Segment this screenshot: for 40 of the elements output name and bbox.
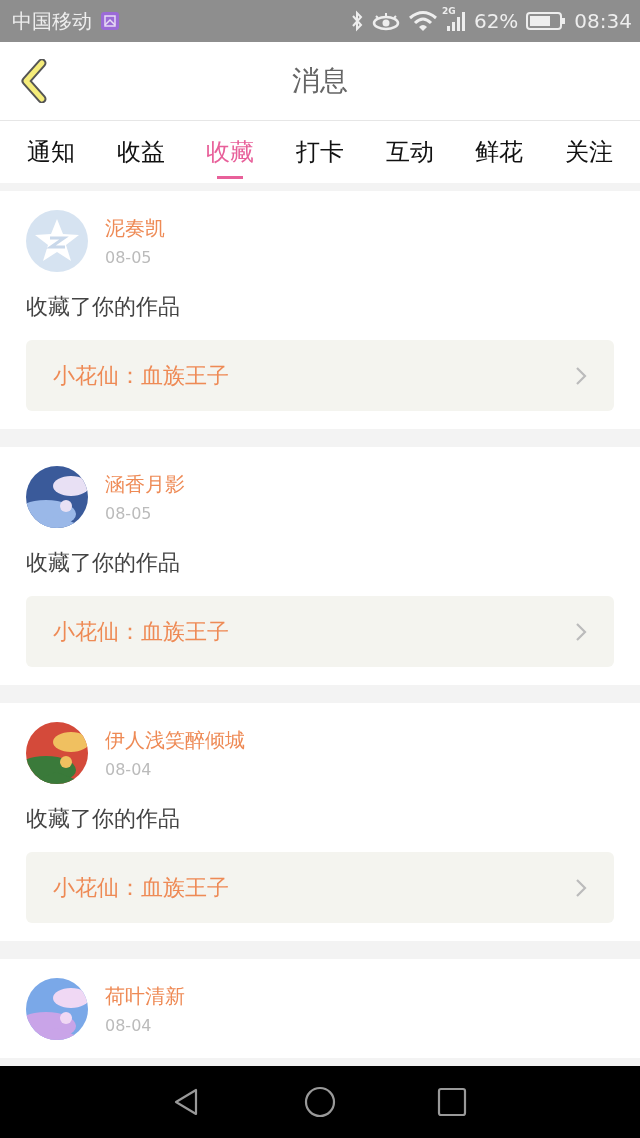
message-date: 08-04 xyxy=(105,1016,153,1035)
tab[interactable]: 通知 xyxy=(26,129,75,179)
tab[interactable]: 互动 xyxy=(385,129,434,179)
user-name[interactable]: 伊人浅笑醉倾城 xyxy=(105,727,245,754)
message-text: 收藏了你的作品 xyxy=(26,805,181,833)
message-date: 08-05 xyxy=(105,504,153,523)
clock-time: 08:34 xyxy=(574,9,632,33)
gallery-icon xyxy=(100,11,120,31)
chevron-right-icon xyxy=(574,620,588,643)
chevron-right-icon xyxy=(574,364,588,387)
tab[interactable]: 关注 xyxy=(565,129,614,179)
message-text: 收藏了你的作品 xyxy=(26,293,181,321)
message-text: 收藏了你的作品 xyxy=(26,549,181,577)
wifi-icon xyxy=(407,10,438,32)
user-name[interactable]: 荷叶清新 xyxy=(105,983,185,1010)
message-date: 08-04 xyxy=(105,760,153,779)
battery-icon xyxy=(526,11,567,31)
tab[interactable]: 收益 xyxy=(116,129,165,179)
battery-percent: 62% xyxy=(473,9,519,33)
user-name[interactable]: 涵香月影 xyxy=(105,471,185,498)
nav-home-button[interactable] xyxy=(304,1086,336,1118)
work-link[interactable]: 小花仙：血族王子 xyxy=(26,852,614,923)
network-type: 2G xyxy=(441,6,456,16)
tab[interactable]: 打卡 xyxy=(295,129,344,179)
back-button[interactable] xyxy=(18,59,48,103)
tab[interactable]: 鲜花 xyxy=(475,129,524,179)
work-link[interactable]: 小花仙：血族王子 xyxy=(26,340,614,411)
work-link[interactable]: 小花仙：血族王子 xyxy=(26,596,614,667)
carrier-name: 中国移动 xyxy=(12,7,92,35)
page-title: 消息 xyxy=(291,63,349,99)
tab[interactable]: 收藏 xyxy=(206,129,255,179)
eye-icon xyxy=(371,11,400,31)
bluetooth-icon xyxy=(349,10,364,32)
user-name[interactable]: 泥奏凯 xyxy=(105,215,165,242)
chevron-right-icon xyxy=(574,876,588,899)
recents-icon xyxy=(436,1086,468,1118)
message-date: 08-05 xyxy=(105,248,153,267)
avatar-icon xyxy=(26,210,88,272)
nav-recents-button[interactable] xyxy=(436,1086,468,1118)
home-icon xyxy=(304,1086,336,1118)
